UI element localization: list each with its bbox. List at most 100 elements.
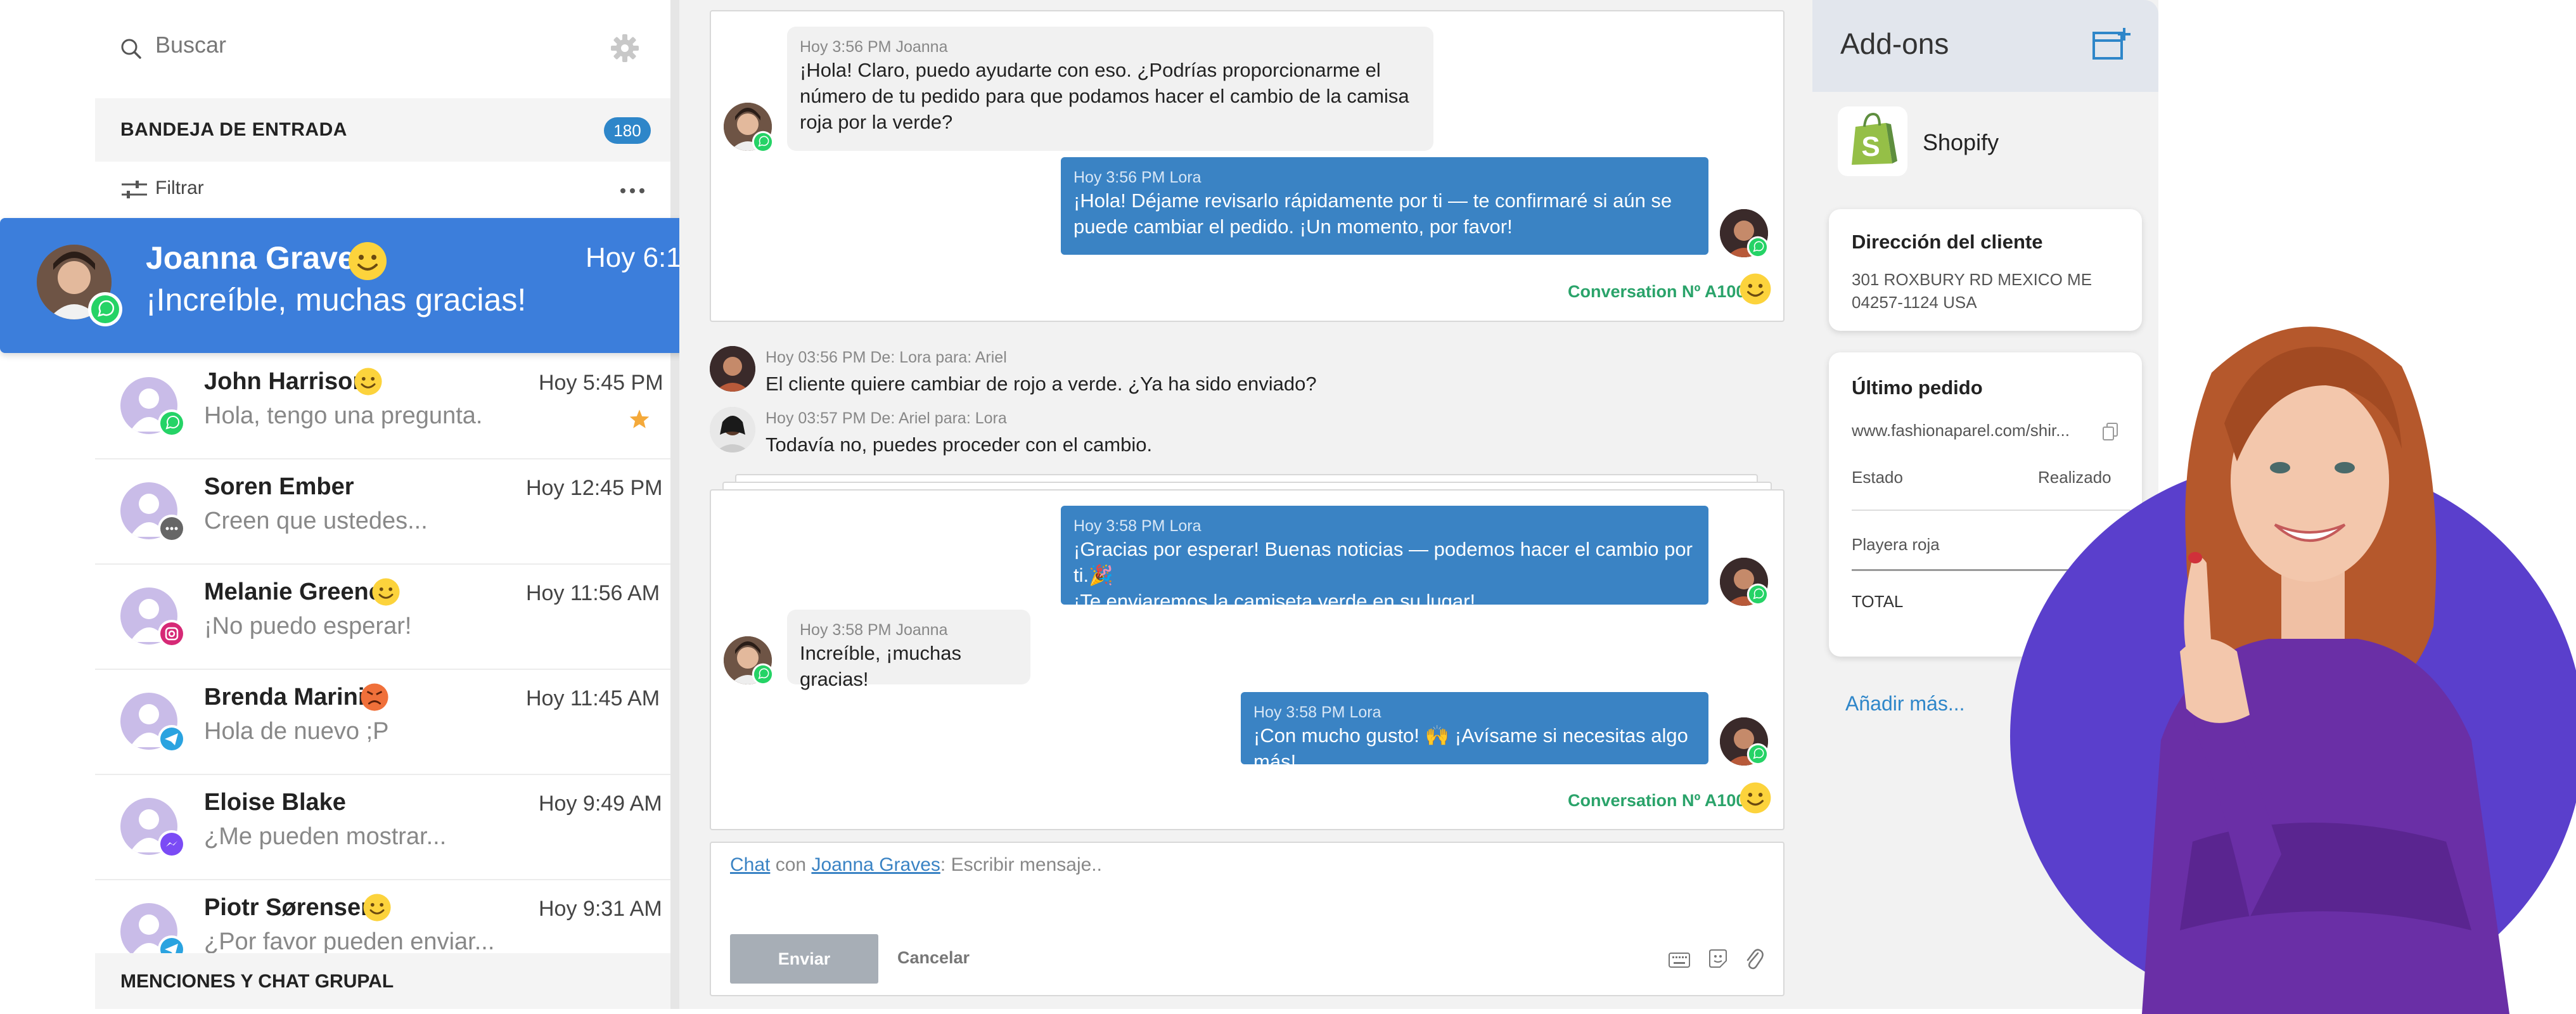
inbox-section-title: BANDEJA DE ENTRADA	[120, 119, 347, 140]
conversation-name: Eloise Blake	[204, 789, 346, 816]
smile-emoji-icon	[354, 368, 382, 395]
conversation-item[interactable]: Eloise Blake Hoy 9:49 AM ¿Me pueden most…	[95, 774, 670, 880]
avatar	[710, 346, 755, 392]
smile-emoji-icon	[372, 578, 400, 606]
address-title: Dirección del cliente	[1852, 231, 2043, 253]
chat-bubble-icon	[158, 515, 186, 542]
conversation-time: Hoy 5:45 PM	[539, 371, 663, 395]
whatsapp-icon	[1746, 743, 1769, 766]
panel-divider	[670, 0, 679, 1009]
conversation-time: Hoy 11:56 AM	[526, 581, 660, 605]
conversation-name: Soren Ember	[204, 473, 354, 500]
smile-emoji-icon	[349, 242, 387, 280]
order-item: Playera roja	[1852, 535, 1940, 554]
conversation-number: Conversation Nº A100	[1568, 791, 1746, 810]
sticker-icon[interactable]	[1707, 948, 1729, 970]
chat-mode-link[interactable]: Chat	[730, 854, 770, 875]
order-url[interactable]: www.fashionaparel.com/shir...	[1852, 421, 2070, 440]
conversation-time: Hoy 12:45 PM	[526, 476, 663, 500]
filter-button[interactable]: Filtrar	[155, 177, 204, 199]
composer-header: Chat con Joanna Graves: Escribir mensaje…	[730, 854, 1102, 875]
message-meta: Hoy 3:58 PM Lora	[1253, 703, 1381, 721]
star-icon[interactable]	[629, 409, 650, 429]
conversation-name: John Harrison	[204, 368, 368, 395]
contact-link[interactable]: Joanna Graves	[811, 854, 940, 875]
add-panel-icon[interactable]	[2091, 27, 2132, 62]
conversation-preview: Hola, tengo una pregunta.	[204, 402, 483, 429]
whatsapp-icon	[88, 292, 122, 326]
filter-sliders-icon[interactable]	[120, 179, 148, 200]
avatar	[710, 407, 755, 452]
conversation-time: Hoy 11:45 AM	[526, 686, 660, 710]
conversation-item[interactable]: Brenda Marini Hoy 11:45 AM Hola de nuevo…	[95, 669, 670, 775]
message-text: ¡Gracias por esperar! Buenas noticias — …	[1073, 538, 1693, 586]
mentions-section-header[interactable]: MENCIONES Y CHAT GRUPAL	[95, 953, 670, 1009]
customer-address-card: Dirección del cliente 301 ROXBURY RD MEX…	[1829, 209, 2142, 331]
smile-emoji-icon[interactable]	[1739, 781, 1772, 814]
message-bubble-incoming: Hoy 3:58 PM Joanna Increíble, ¡muchas gr…	[787, 610, 1030, 690]
conversation-item[interactable]: Soren Ember Hoy 12:45 PM Creen que usted…	[95, 458, 670, 565]
message-text: Increíble, ¡muchas gracias!	[800, 642, 961, 690]
shopify-label[interactable]: Shopify	[1923, 129, 1999, 156]
whatsapp-icon	[752, 131, 774, 153]
total-label: TOTAL	[1852, 592, 1904, 611]
conversation-item[interactable]: Melanie Greene Hoy 11:56 AM ¡No puedo es…	[95, 563, 670, 670]
conversation-preview: ¡Increíble, muchas gracias!	[146, 282, 527, 318]
status-value: Realizado	[2038, 468, 2111, 487]
message-meta: Hoy 3:56 PM Joanna	[800, 38, 948, 56]
unread-count-badge: 180	[604, 117, 651, 144]
conversation-number: Conversation Nº A100	[1568, 282, 1746, 301]
whatsapp-icon	[752, 663, 774, 686]
message-text: ¡Hola! Déjame revisarlo rápidamente por …	[1073, 189, 1672, 238]
svg-text:S: S	[1861, 131, 1880, 162]
keyboard-icon[interactable]	[1668, 951, 1691, 970]
gear-icon[interactable]	[610, 34, 639, 63]
angry-emoji-icon	[361, 683, 388, 711]
smile-emoji-icon[interactable]	[1739, 273, 1772, 305]
message-meta: Hoy 3:58 PM Joanna	[800, 621, 948, 639]
messenger-icon	[158, 830, 186, 858]
send-button[interactable]: Enviar	[730, 934, 878, 984]
conversation-preview: ¿Me pueden mostrar...	[204, 823, 447, 850]
conversation-item-active[interactable]: Joanna Graves Hoy 6:13 PM ¡Increíble, mu…	[0, 218, 756, 353]
whatsapp-icon	[1746, 583, 1769, 606]
internal-note-text: El cliente quiere cambiar de rojo a verd…	[766, 373, 1317, 395]
internal-note-meta: Hoy 03:57 PM De: Ariel para: Lora	[766, 409, 1007, 427]
conversation-item[interactable]: Piotr Sørensen Hoy 9:31 AM ¿Por favor pu…	[95, 879, 670, 953]
paperclip-icon[interactable]	[1744, 947, 1764, 971]
smile-emoji-icon	[363, 894, 391, 921]
addons-title: Add-ons	[1840, 27, 1949, 60]
message-meta: Hoy 3:56 PM Lora	[1073, 169, 1201, 186]
message-bubble-outgoing: Hoy 3:58 PM Lora ¡Gracias por esperar! B…	[1061, 506, 1708, 612]
inbox-section-header[interactable]: BANDEJA DE ENTRADA	[95, 98, 670, 162]
status-label: Estado	[1852, 468, 1903, 487]
mentions-section-title: MENCIONES Y CHAT GRUPAL	[120, 971, 394, 992]
telegram-icon	[158, 725, 186, 753]
internal-note-meta: Hoy 03:56 PM De: Lora para: Ariel	[766, 349, 1007, 366]
conversation-name: Brenda Marini	[204, 684, 365, 710]
conversation-name: Joanna Graves	[146, 240, 373, 276]
conversation-preview: Hola de nuevo ;P	[204, 718, 389, 745]
cancel-button[interactable]: Cancelar	[897, 948, 970, 968]
conversation-time: Hoy 9:49 AM	[539, 792, 662, 816]
conversation-preview: ¿Por favor pueden enviar...	[204, 928, 495, 953]
conversation-preview: ¡No puedo esperar!	[204, 613, 412, 639]
message-text: ¡Te enviaremos la camiseta verde en su l…	[1073, 590, 1476, 612]
search-input[interactable]: Buscar	[155, 32, 226, 58]
message-input[interactable]: Escribir mensaje..	[951, 854, 1102, 875]
shopify-logo: S	[1838, 106, 1907, 176]
more-options-icon[interactable]	[620, 188, 645, 194]
message-bubble-outgoing: Hoy 3:56 PM Lora ¡Hola! Déjame revisarlo…	[1061, 157, 1708, 255]
add-more-link[interactable]: Añadir más...	[1845, 692, 1965, 716]
conversation-preview: Creen que ustedes...	[204, 508, 428, 534]
conversation-item[interactable]: John Harrison Hoy 5:45 PM Hola, tengo un…	[95, 353, 670, 459]
conversation-name: Melanie Greene	[204, 579, 382, 605]
message-bubble-outgoing: Hoy 3:58 PM Lora ¡Con mucho gusto! 🙌 ¡Av…	[1241, 692, 1708, 773]
message-text: ¡Con mucho gusto! 🙌 ¡Avísame si necesita…	[1253, 724, 1688, 773]
search-icon[interactable]	[120, 38, 142, 60]
smiling-woman-image	[2142, 326, 2509, 1014]
address-line-2: 04257-1124 USA	[1852, 293, 1977, 312]
order-title: Último pedido	[1852, 376, 1983, 399]
telegram-icon	[158, 935, 186, 953]
message-bubble-incoming: Hoy 3:56 PM Joanna ¡Hola! Claro, puedo a…	[787, 27, 1433, 151]
